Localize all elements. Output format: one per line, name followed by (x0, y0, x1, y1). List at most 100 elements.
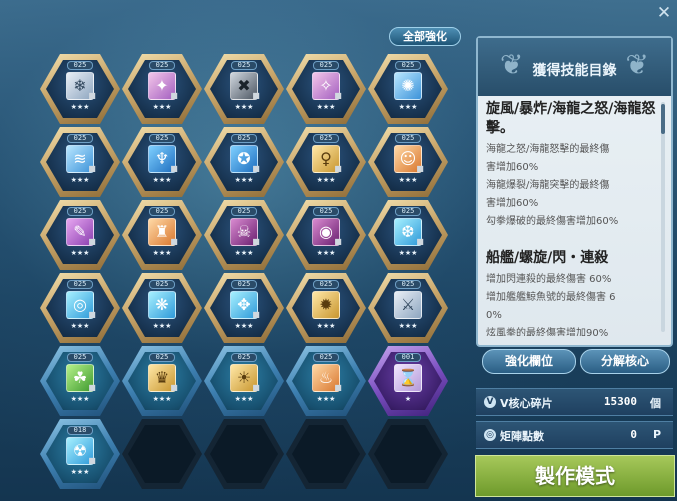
slot-level-badge: 025 (149, 207, 175, 216)
slot-level-badge: 025 (395, 207, 421, 216)
slot-level-badge: 025 (313, 207, 339, 216)
slot-level-badge: 025 (231, 134, 257, 143)
lock-icon: ■ (334, 237, 342, 246)
slot-level-badge: 025 (149, 61, 175, 70)
core-slot[interactable]: 025 ✎ ★★★ ■ (40, 200, 120, 270)
slot-stars: ★★★ (398, 103, 418, 111)
core-slot[interactable]: 025 ✹ ★★★ (286, 273, 366, 343)
section-line: 增加艦艦鯨魚號的最終傷害 6 (486, 292, 616, 303)
slot-level-badge: 025 (395, 134, 421, 143)
slot-stars: ★★★ (234, 322, 254, 330)
core-slot[interactable]: 025 ♆ ★★★ ■ (122, 127, 202, 197)
slot-stars: ★★★ (398, 176, 418, 184)
core-slot[interactable]: 025 ✪ ★★★ ■ (204, 127, 284, 197)
core-slot[interactable]: 025 ◎ ★★★ ■ (40, 273, 120, 343)
slot-stars: ★★★ (234, 395, 254, 403)
slot-stars: ★★★ (316, 395, 336, 403)
slot-level-badge: 025 (313, 353, 339, 362)
skill-core-icon: ✹ (312, 291, 340, 319)
skill-core-icon: ❋ (148, 291, 176, 319)
core-slot[interactable]: 025 ✺ ★★★ (368, 54, 448, 124)
slot-stars: ★★★ (398, 322, 418, 330)
lock-icon: ■ (88, 237, 96, 246)
skill-list-panel: ❦ 獲得技能目錄 ❦ 旋風/暴炸/海龍之怒/海龍怒擊。 海龍之怒/海龍怒擊的最終… (476, 36, 673, 347)
lock-icon: ■ (252, 383, 260, 392)
lock-icon: ■ (252, 164, 260, 173)
panel-scrollbar[interactable] (661, 102, 665, 332)
core-slot[interactable]: 025 ♀ ★★★ ■ (286, 127, 366, 197)
slot-stars: ★★★ (234, 249, 254, 257)
slot-level-badge: 025 (395, 280, 421, 289)
core-slot[interactable]: 001 ⌛ ★ (368, 346, 448, 416)
slot-level-badge: 025 (67, 353, 93, 362)
close-icon[interactable]: ✕ (655, 4, 673, 22)
core-slot[interactable]: 025 ⚔ ★★★ (368, 273, 448, 343)
core-slot[interactable]: 025 ✦ ★★★ ■ (122, 54, 202, 124)
core-slot[interactable]: 025 ✥ ★★★ ■ (204, 273, 284, 343)
empty-core-slot[interactable] (368, 419, 448, 489)
empty-core-slot[interactable] (122, 419, 202, 489)
slot-level-badge: 025 (67, 61, 93, 70)
v-matrix-window: ✕ 全部強化 025 ❄ ★★★ ■ 025 ✦ ★★★ ■ 025 ✖ ★★★ ■ 025 ✧ ★★★ ■ 0… (0, 0, 677, 501)
section-line: 炫風拳的最終傷害增加90% (486, 328, 609, 336)
core-slot[interactable]: 025 ≋ ★★★ ■ (40, 127, 120, 197)
slot-level-badge: 025 (313, 134, 339, 143)
core-slot[interactable]: 025 ✖ ★★★ ■ (204, 54, 284, 124)
section-line: 0% (486, 310, 502, 321)
panel-header: ❦ 獲得技能目錄 ❦ (478, 38, 671, 96)
section-line: 增加閃連殺的最終傷害 60% (486, 274, 612, 285)
core-slot[interactable]: 025 ✧ ★★★ ■ (286, 54, 366, 124)
skill-core-icon: ✺ (394, 72, 422, 100)
slot-stars: ★★★ (152, 249, 172, 257)
lock-icon: ■ (334, 164, 342, 173)
core-slot[interactable]: 025 ☠ ★★★ ■ (204, 200, 284, 270)
scrollbar-thumb[interactable] (661, 104, 665, 134)
slot-stars: ★★★ (70, 176, 90, 184)
slot-stars: ★★★ (70, 395, 90, 403)
empty-core-slot[interactable] (204, 419, 284, 489)
slot-stars: ★★★ (316, 176, 336, 184)
core-slot[interactable]: 025 ☘ ★★★ ■ (40, 346, 120, 416)
matrix-point-value: 0 (630, 428, 637, 441)
matrix-point-icon: ◎ (484, 429, 496, 441)
lock-icon: ■ (334, 91, 342, 100)
slot-level-badge: 025 (149, 134, 175, 143)
section-line: 勾拳爆破的最終傷害增加60% (486, 216, 619, 227)
core-slot[interactable]: 025 ❄ ★★★ ■ (40, 54, 120, 124)
slot-level-badge: 025 (67, 207, 93, 216)
core-slot[interactable]: 025 ☀ ★★★ ■ (204, 346, 284, 416)
core-slot[interactable]: 025 ♛ ★★★ ■ (122, 346, 202, 416)
core-slot[interactable]: 018 ☢ ★★★ ■ (40, 419, 120, 489)
section-line: 海龍之怒/海龍怒擊的最終傷 (486, 144, 610, 155)
slot-stars: ★★★ (152, 322, 172, 330)
core-slot[interactable]: 025 ❋ ★★★ (122, 273, 202, 343)
core-slot[interactable]: 025 ☺ ★★★ ■ (368, 127, 448, 197)
slot-level-badge: 018 (67, 426, 93, 435)
disassemble-core-button[interactable]: 分解核心 (580, 349, 670, 374)
slot-level-badge: 025 (231, 280, 257, 289)
slot-stars: ★★★ (70, 249, 90, 257)
core-slot[interactable]: 025 ♜ ★★★ ■ (122, 200, 202, 270)
slot-stars: ★★★ (70, 322, 90, 330)
section-line: 海龍爆裂/海龍突擊的最終傷 (486, 180, 610, 191)
lock-icon: ■ (334, 383, 342, 392)
enhance-slot-button[interactable]: 強化欄位 (482, 349, 576, 374)
slot-level-badge: 025 (149, 353, 175, 362)
core-slot[interactable]: 025 ❆ ★★★ ■ (368, 200, 448, 270)
slot-level-badge: 025 (149, 280, 175, 289)
slot-level-badge: 025 (231, 353, 257, 362)
core-slot[interactable]: 025 ◉ ★★★ ■ (286, 200, 366, 270)
empty-core-slot[interactable] (286, 419, 366, 489)
matrix-point-row: ◎ 矩陣點數 0 P (476, 421, 673, 449)
section-title: 旋風/暴炸/海龍之怒/海龍怒擊。 (486, 101, 656, 136)
slot-level-badge: 025 (395, 61, 421, 70)
craft-mode-button[interactable]: 製作模式 (475, 455, 675, 497)
slot-stars: ★★★ (70, 103, 90, 111)
lock-icon: ■ (416, 237, 424, 246)
matrix-slot-grid: 025 ❄ ★★★ ■ 025 ✦ ★★★ ■ 025 ✖ ★★★ ■ 025 ✧ ★★★ ■ 025 ✺ ★★★ 0… (0, 0, 470, 501)
slot-stars: ★★★ (316, 322, 336, 330)
slot-level-badge: 025 (313, 61, 339, 70)
lock-icon: ■ (88, 456, 96, 465)
fragment-value: 15300 (603, 395, 637, 408)
core-slot[interactable]: 025 ♨ ★★★ ■ (286, 346, 366, 416)
